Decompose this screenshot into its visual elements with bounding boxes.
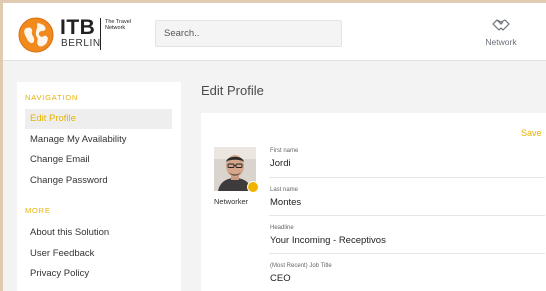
save-button[interactable]: Save <box>521 128 542 138</box>
first-name-input[interactable]: Jordi <box>270 158 536 170</box>
field-last-name: Last name Montes <box>270 186 536 209</box>
job-title-input[interactable]: CEO <box>270 273 536 285</box>
sidebar-item-manage-availability[interactable]: Manage My Availability <box>25 130 172 150</box>
sidebar-item-user-feedback[interactable]: User Feedback <box>25 244 172 264</box>
logo-tagline: The Travel Network <box>105 19 131 31</box>
page-title: Edit Profile <box>201 83 264 98</box>
sidebar-heading-navigation: NAVIGATION <box>25 93 79 102</box>
nav-network-label: Network <box>485 37 517 47</box>
handshake-icon <box>492 19 510 31</box>
divider <box>269 177 545 178</box>
sidebar-item-change-password[interactable]: Change Password <box>25 171 172 191</box>
sidebar: NAVIGATION Edit Profile Manage My Availa… <box>17 82 181 291</box>
logo-divider <box>100 18 101 50</box>
sidebar-item-about[interactable]: About this Solution <box>25 223 172 243</box>
divider <box>269 253 545 254</box>
profile-card: Save Networker First name Jordi Last nam… <box>201 113 546 291</box>
field-label: First name <box>270 148 299 154</box>
app-window: ITB BERLIN The Travel Network Network NA… <box>3 3 546 291</box>
nav-network[interactable]: Network <box>479 16 523 52</box>
field-label: Headline <box>270 225 294 231</box>
divider <box>269 215 545 216</box>
field-job-title: (Most Recent) Job Title CEO <box>270 262 536 285</box>
sidebar-item-privacy-policy[interactable]: Privacy Policy <box>25 264 172 284</box>
field-headline: Headline Your Incoming - Receptivos <box>270 224 536 247</box>
avatar-edit-icon[interactable] <box>247 181 259 193</box>
sidebar-item-change-email[interactable]: Change Email <box>25 150 172 170</box>
field-label: (Most Recent) Job Title <box>270 263 332 269</box>
sidebar-heading-more: MORE <box>25 206 51 215</box>
field-first-name: First name Jordi <box>270 147 536 170</box>
sidebar-item-edit-profile[interactable]: Edit Profile <box>25 109 172 129</box>
logo-brand: ITB <box>60 16 96 39</box>
top-header: ITB BERLIN The Travel Network Network <box>3 3 546 61</box>
last-name-input[interactable]: Montes <box>270 197 536 209</box>
globe-logo-icon <box>18 17 54 53</box>
logo-city: BERLIN <box>61 38 101 49</box>
field-label: Last name <box>270 187 299 193</box>
headline-input[interactable]: Your Incoming - Receptivos <box>270 235 536 247</box>
search-input[interactable] <box>155 20 342 47</box>
avatar-role: Networker <box>214 197 249 206</box>
